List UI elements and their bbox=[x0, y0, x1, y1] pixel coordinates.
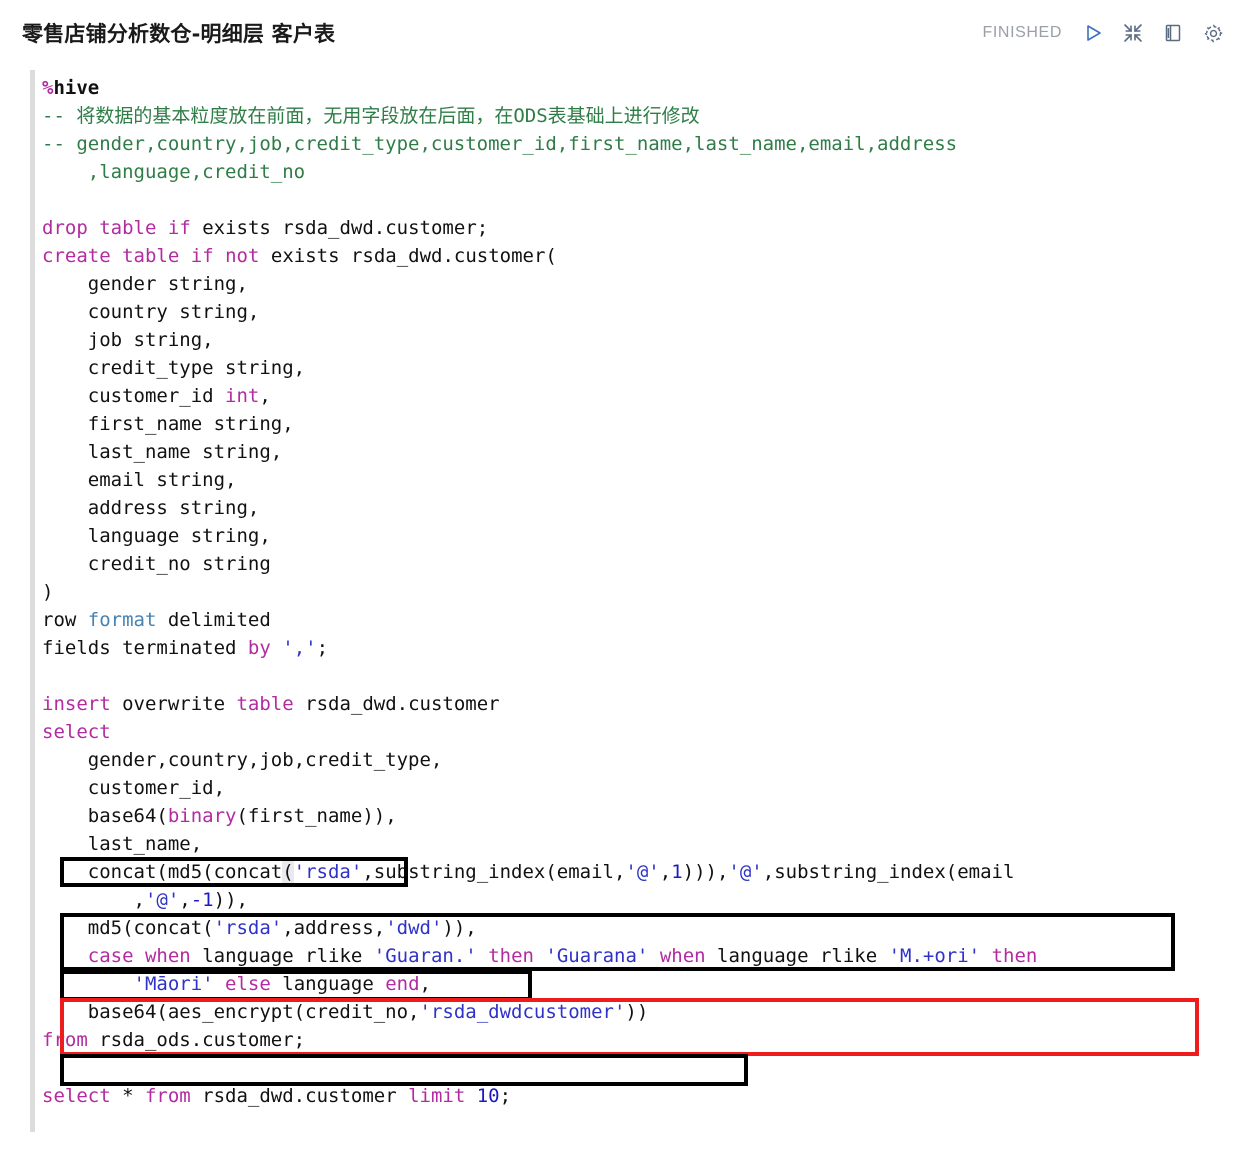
code-line: concat(md5(concat('rsda',substring_index… bbox=[42, 861, 1015, 883]
play-icon[interactable] bbox=[1080, 20, 1106, 46]
code-line: ,language,credit_no bbox=[42, 161, 306, 183]
code-line: %hive bbox=[42, 77, 100, 99]
notebook-paragraph: 零售店铺分析数仓-明细层 客户表 FINISHED %hive -- 将数据的基… bbox=[0, 0, 1244, 1170]
header-toolbar: FINISHED bbox=[983, 20, 1226, 46]
code-line: last_name string, bbox=[42, 441, 283, 463]
code-line: customer_id, bbox=[42, 777, 226, 799]
code-line: job string, bbox=[42, 329, 214, 351]
code-line: credit_type string, bbox=[42, 357, 306, 379]
code-line: select bbox=[42, 721, 111, 743]
code-line: from rsda_ods.customer; bbox=[42, 1029, 306, 1051]
code-line: select * from rsda_dwd.customer limit 10… bbox=[42, 1085, 512, 1107]
code-line: country string, bbox=[42, 301, 260, 323]
code-line: case when language rlike 'Guaran.' then … bbox=[87, 945, 1038, 967]
code-line: row format delimited bbox=[42, 609, 271, 631]
code-line: 'Māori' else language end, bbox=[133, 973, 431, 995]
code-line: md5(concat('rsda',address,'dwd')), bbox=[42, 917, 477, 939]
code-line: base64(binary(first_name)), bbox=[42, 805, 397, 827]
code-line: -- 将数据的基本粒度放在前面，无用字段放在后面，在ODS表基础上进行修改 bbox=[42, 105, 700, 127]
code-line: gender,country,job,credit_type, bbox=[42, 749, 443, 771]
code-line: base64(aes_encrypt(credit_no,'rsda_dwdcu… bbox=[42, 1001, 649, 1023]
code-line: create table if not exists rsda_dwd.cust… bbox=[42, 245, 557, 267]
code-line: address string, bbox=[42, 497, 260, 519]
page-title: 零售店铺分析数仓-明细层 客户表 bbox=[22, 22, 336, 46]
code-line: credit_no string bbox=[42, 553, 271, 575]
book-panel-icon[interactable] bbox=[1160, 20, 1186, 46]
code-line: drop table if exists rsda_dwd.customer; bbox=[42, 217, 489, 239]
code-line: insert overwrite table rsda_dwd.customer bbox=[42, 693, 500, 715]
code-line: ,'@',-1)), bbox=[42, 889, 248, 911]
paragraph-header: 零售店铺分析数仓-明细层 客户表 FINISHED bbox=[0, 0, 1244, 66]
editor-gutter-bar bbox=[30, 70, 35, 1132]
status-badge: FINISHED bbox=[982, 24, 1062, 41]
code-line: ) bbox=[42, 581, 54, 603]
code-text[interactable]: %hive -- 将数据的基本粒度放在前面，无用字段放在后面，在ODS表基础上进行… bbox=[30, 68, 1244, 1110]
code-line: last_name, bbox=[42, 833, 203, 855]
code-line: language string, bbox=[42, 525, 271, 547]
code-line: gender string, bbox=[42, 273, 248, 295]
code-line: customer_id int, bbox=[42, 385, 271, 407]
code-editor[interactable]: %hive -- 将数据的基本粒度放在前面，无用字段放在后面，在ODS表基础上进行… bbox=[0, 66, 1244, 1132]
code-line: first_name string, bbox=[42, 413, 294, 435]
gear-icon[interactable] bbox=[1200, 20, 1226, 46]
code-line: email string, bbox=[42, 469, 237, 491]
code-line: fields terminated by ','; bbox=[42, 637, 329, 659]
code-line: -- gender,country,job,credit_type,custom… bbox=[42, 133, 958, 155]
collapse-arrows-icon[interactable] bbox=[1120, 20, 1146, 46]
